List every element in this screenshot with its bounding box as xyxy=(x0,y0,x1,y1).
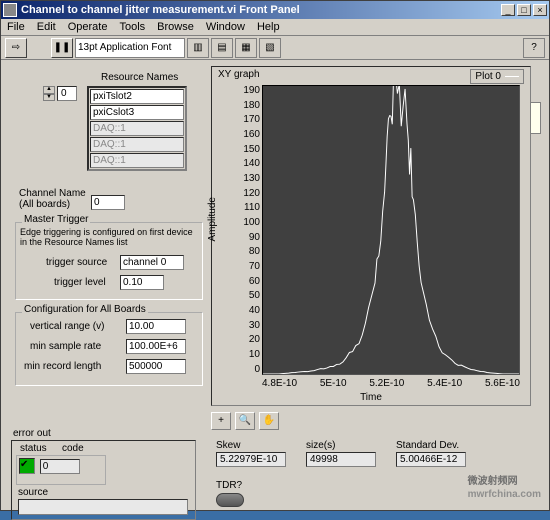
menu-window[interactable]: Window xyxy=(200,20,251,34)
stddev-value: 5.00466E-12 xyxy=(396,452,466,467)
source-label: source xyxy=(18,487,48,498)
trigger-source-label: trigger source xyxy=(46,257,107,268)
y-ticks: 1901801701601501401301201101009080706050… xyxy=(234,85,260,375)
reorder-button[interactable]: ▦ xyxy=(235,38,257,58)
run-button[interactable]: ⇨ xyxy=(5,38,27,58)
font-selector[interactable]: 13pt Application Font xyxy=(75,38,185,58)
tdr-switch[interactable] xyxy=(216,493,244,507)
legend-line-icon xyxy=(505,76,519,77)
channel-name-field[interactable]: 0 xyxy=(91,195,125,210)
tdr-control: TDR? xyxy=(216,480,244,507)
legend-label: Plot 0 xyxy=(475,71,501,82)
skew-label: Skew xyxy=(216,440,286,451)
config-title: Configuration for All Boards xyxy=(22,304,148,315)
resource-item[interactable]: DAQ::1 xyxy=(90,121,184,136)
master-trigger-note: Edge triggering is configured on first d… xyxy=(20,227,198,247)
plot-area[interactable] xyxy=(262,85,520,375)
min-sample-rate-label: min sample rate xyxy=(30,341,101,352)
distribute-button[interactable]: ▤ xyxy=(211,38,233,58)
resource-index[interactable]: 0 xyxy=(57,86,77,101)
x-ticks: 4.8E-105E-105.2E-105.4E-105.6E-10 xyxy=(262,378,520,389)
error-source-field xyxy=(18,499,188,515)
stats-row: Skew5.22979E-10 size(s)49998 Standard De… xyxy=(216,440,466,467)
trigger-level-field[interactable]: 0.10 xyxy=(120,275,164,290)
resource-item[interactable]: DAQ::1 xyxy=(90,153,184,168)
titlebar: Channel to channel jitter measurement.vi… xyxy=(1,1,549,19)
watermark: 微波射频网 mwrfchina.com xyxy=(468,471,541,500)
menu-file[interactable]: File xyxy=(1,20,31,34)
menu-tools[interactable]: Tools xyxy=(113,20,151,34)
resource-item[interactable]: pxiTslot2 xyxy=(90,89,184,104)
cursor-tool-button[interactable]: + xyxy=(211,412,231,430)
minimize-button[interactable]: _ xyxy=(501,4,515,16)
resize-button[interactable]: ▧ xyxy=(259,38,281,58)
menu-help[interactable]: Help xyxy=(251,20,286,34)
pause-button[interactable]: ❚❚ xyxy=(51,38,73,58)
help-button[interactable]: ? xyxy=(523,38,545,58)
master-trigger-title: Master Trigger xyxy=(22,214,90,225)
xy-graph: XY graph Plot 0 Amplitude 19018017016015… xyxy=(211,66,531,406)
min-sample-rate-field[interactable]: 100.00E+6 xyxy=(126,339,186,354)
resource-names-label: Resource Names xyxy=(101,72,178,83)
min-record-length-label: min record length xyxy=(24,361,101,372)
graph-title: XY graph xyxy=(218,69,260,80)
trigger-source-field[interactable]: channel 0 xyxy=(120,255,184,270)
code-label: code xyxy=(62,443,84,454)
tdr-label: TDR? xyxy=(216,480,244,491)
config-group: Configuration for All Boards vertical ra… xyxy=(15,312,203,386)
vertical-range-label: vertical range (v) xyxy=(30,321,104,332)
menubar: File Edit Operate Tools Browse Window He… xyxy=(1,19,549,36)
align-button[interactable]: ▥ xyxy=(187,38,209,58)
error-out-cluster: status code ✔ 0 source xyxy=(11,440,196,520)
status-ok-icon: ✔ xyxy=(19,458,35,474)
resource-index-stepper[interactable]: ▲▼ xyxy=(43,86,55,101)
vertical-range-field[interactable]: 10.00 xyxy=(126,319,186,334)
plot-curve xyxy=(263,86,519,374)
close-button[interactable]: × xyxy=(533,4,547,16)
window-title: Channel to channel jitter measurement.vi… xyxy=(21,4,499,16)
menu-browse[interactable]: Browse xyxy=(151,20,200,34)
menu-operate[interactable]: Operate xyxy=(62,20,114,34)
toolbar: ⇨ ❚❚ 13pt Application Font ▥ ▤ ▦ ▧ ? xyxy=(1,36,549,60)
resource-item[interactable]: pxiCslot3 xyxy=(90,105,184,120)
size-value: 49998 xyxy=(306,452,376,467)
maximize-button[interactable]: □ xyxy=(517,4,531,16)
app-icon xyxy=(3,3,17,17)
x-axis-label: Time xyxy=(360,392,382,403)
zoom-tool-button[interactable]: 🔍 xyxy=(235,412,255,430)
skew-value: 5.22979E-10 xyxy=(216,452,286,467)
min-record-length-field[interactable]: 500000 xyxy=(126,359,186,374)
channel-name-label: Channel Name (All boards) xyxy=(19,188,89,210)
error-out-label: error out xyxy=(13,428,51,439)
y-axis-label: Amplitude xyxy=(207,197,218,241)
graph-palette: + 🔍 ✋ xyxy=(211,412,279,430)
menu-edit[interactable]: Edit xyxy=(31,20,62,34)
resource-names-list: pxiTslot2 pxiCslot3 DAQ::1 DAQ::1 DAQ::1 xyxy=(87,86,187,171)
size-label: size(s) xyxy=(306,440,376,451)
pan-tool-button[interactable]: ✋ xyxy=(259,412,279,430)
trigger-level-label: trigger level xyxy=(54,277,106,288)
master-trigger-group: Master Trigger Edge triggering is config… xyxy=(15,222,203,300)
resource-item[interactable]: DAQ::1 xyxy=(90,137,184,152)
error-code-field: 0 xyxy=(40,459,80,474)
status-label: status xyxy=(20,443,47,454)
stddev-label: Standard Dev. xyxy=(396,440,466,451)
graph-legend[interactable]: Plot 0 xyxy=(470,69,524,84)
